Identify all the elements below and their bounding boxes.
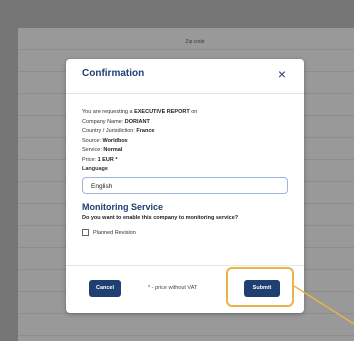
highlight-pointer-line: [293, 285, 354, 325]
